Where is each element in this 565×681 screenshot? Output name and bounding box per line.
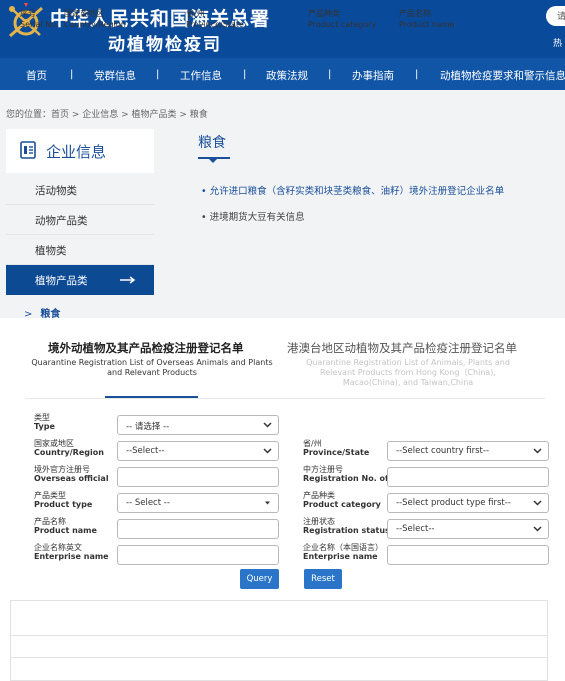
link-grain-enterprise-list[interactable]: • 允许进口粮食（含籽实类和块茎类粮食、油籽）境外注册登记企业名单 [201, 183, 504, 197]
product-name-input[interactable] [117, 519, 279, 539]
tab-active-indicator [105, 396, 198, 398]
chevron-down-icon [263, 422, 272, 428]
document-list-icon [20, 141, 36, 159]
nav-separator: | [70, 69, 74, 80]
tab-hk-macao-taiwan-subtitle: Quarantine Registration List of Animals,… [306, 358, 510, 387]
country-select[interactable]: --Select-- [117, 441, 279, 461]
nav-requirements[interactable]: 动植物检疫要求和警示信息 [440, 68, 565, 83]
tab-hk-macao-taiwan[interactable]: 港澳台地区动植物及其产品检疫注册登记名单 [287, 340, 517, 356]
chevron-down-icon [533, 526, 542, 532]
col-serial: 序号 Serial No. [20, 9, 59, 29]
sidebar-item-plant-products[interactable]: 植物产品类 [6, 265, 154, 295]
sidebar-item-label: 植物类 [35, 245, 67, 257]
chevron-down-icon [533, 500, 542, 506]
type-label: 类型 Type [34, 413, 55, 431]
col-product-name: 产品名称 Product name [399, 9, 455, 29]
overseas-no-label: 境外官方注册号 Overseas official [34, 465, 109, 483]
sidebar-item-plants[interactable]: 植物类 [6, 235, 154, 265]
site-subtitle: 动植物检疫司 [108, 35, 222, 55]
hot-search-label[interactable]: 热 [553, 36, 562, 49]
overseas-no-input[interactable] [117, 467, 279, 487]
sidebar-subitem-grain[interactable]: > 粮食 [24, 305, 60, 320]
link-label: 允许进口粮食（含籽实类和块茎类粮食、油籽）境外注册登记企业名单 [209, 186, 505, 197]
nav-guide[interactable]: 办事指南 [352, 68, 394, 83]
table-row [10, 657, 548, 658]
sidebar-item-animal-products[interactable]: 动物产品类 [6, 205, 154, 235]
chevron-down-icon [533, 448, 542, 454]
tab-overseas[interactable]: 境外动植物及其产品检疫注册登记名单 [48, 340, 244, 356]
product-type-label: 产品类型 Product type [34, 491, 93, 509]
arrow-right-icon [120, 276, 136, 284]
col-province: 省/州 Province/State [186, 9, 244, 29]
bullet-icon: • [201, 186, 207, 197]
table-row [10, 635, 548, 636]
country-label: 国家或地区 Country/Region [34, 439, 104, 457]
tab-divider [25, 398, 545, 399]
china-reg-no-label: 中方注册号 Registration No. of [303, 465, 389, 483]
chevron-down-icon [263, 448, 272, 454]
page-title: 粮食 [198, 135, 226, 151]
sidebar-item-label: 动物产品类 [35, 215, 88, 227]
sidebar-header: 企业信息 [6, 129, 154, 173]
reg-status-select[interactable]: --Select-- [387, 519, 549, 539]
reg-status-label: 注册状态 Registration status [303, 517, 390, 535]
nav-separator: | [156, 69, 160, 80]
product-category-label: 产品种类 Product category [303, 491, 381, 509]
col-product-category: 产品种类 Product category [308, 9, 377, 29]
nav-party-info[interactable]: 党群信息 [94, 68, 136, 83]
nav-policy[interactable]: 政策法规 [266, 68, 308, 83]
product-category-select[interactable]: --Select product type first-- [387, 493, 549, 513]
enterprise-en-input[interactable] [117, 545, 279, 565]
type-select[interactable]: -- 请选择 -- [117, 415, 279, 435]
chevron-right-icon: > [24, 309, 33, 320]
caret-down-icon [265, 501, 270, 505]
reset-button[interactable]: Reset [304, 569, 342, 589]
link-futures-soybean[interactable]: • 进境期货大豆有关信息 [201, 209, 305, 223]
nav-separator: | [328, 69, 332, 80]
bullet-icon: • [201, 212, 207, 223]
nav-home[interactable]: 首页 [26, 68, 47, 83]
sidebar-subitem-label: 粮食 [40, 309, 61, 320]
title-caret-icon [208, 158, 218, 163]
sidebar-item-label: 活动物类 [35, 185, 77, 197]
breadcrumb: 您的位置：首页 > 企业信息 > 植物产品类 > 粮食 [6, 110, 208, 120]
province-select[interactable]: --Select country first-- [387, 441, 549, 461]
enterprise-local-label: 企业名称（本国语言） Enterprise name [303, 543, 383, 561]
nav-separator: | [243, 69, 247, 80]
main-nav: 首页 | 党群信息 | 工作信息 | 政策法规 | 办事指南 | 动植物检疫要求… [0, 58, 565, 90]
sidebar-item-label: 植物产品类 [35, 275, 88, 287]
sidebar-title: 企业信息 [46, 143, 107, 161]
search-input[interactable]: 请 [546, 6, 565, 26]
product-name-label: 产品名称 Product name [34, 517, 97, 535]
col-country: 国家或地区 Country/Region [64, 9, 126, 29]
tab-overseas-subtitle: Quarantine Registration List of Overseas… [31, 358, 273, 377]
enterprise-local-input[interactable] [387, 545, 549, 565]
product-type-select[interactable]: -- Select -- [117, 493, 279, 513]
sidebar-item-live-animals[interactable]: 活动物类 [6, 175, 154, 205]
nav-separator: | [415, 69, 419, 80]
province-label: 省/州 Province/State [303, 439, 370, 457]
query-button[interactable]: Query [240, 569, 279, 589]
results-table [10, 600, 548, 681]
nav-work-info[interactable]: 工作信息 [180, 68, 222, 83]
enterprise-en-label: 企业名称英文 Enterprise name [34, 543, 109, 561]
china-reg-no-input[interactable] [387, 467, 549, 487]
link-label: 进境期货大豆有关信息 [209, 212, 305, 223]
